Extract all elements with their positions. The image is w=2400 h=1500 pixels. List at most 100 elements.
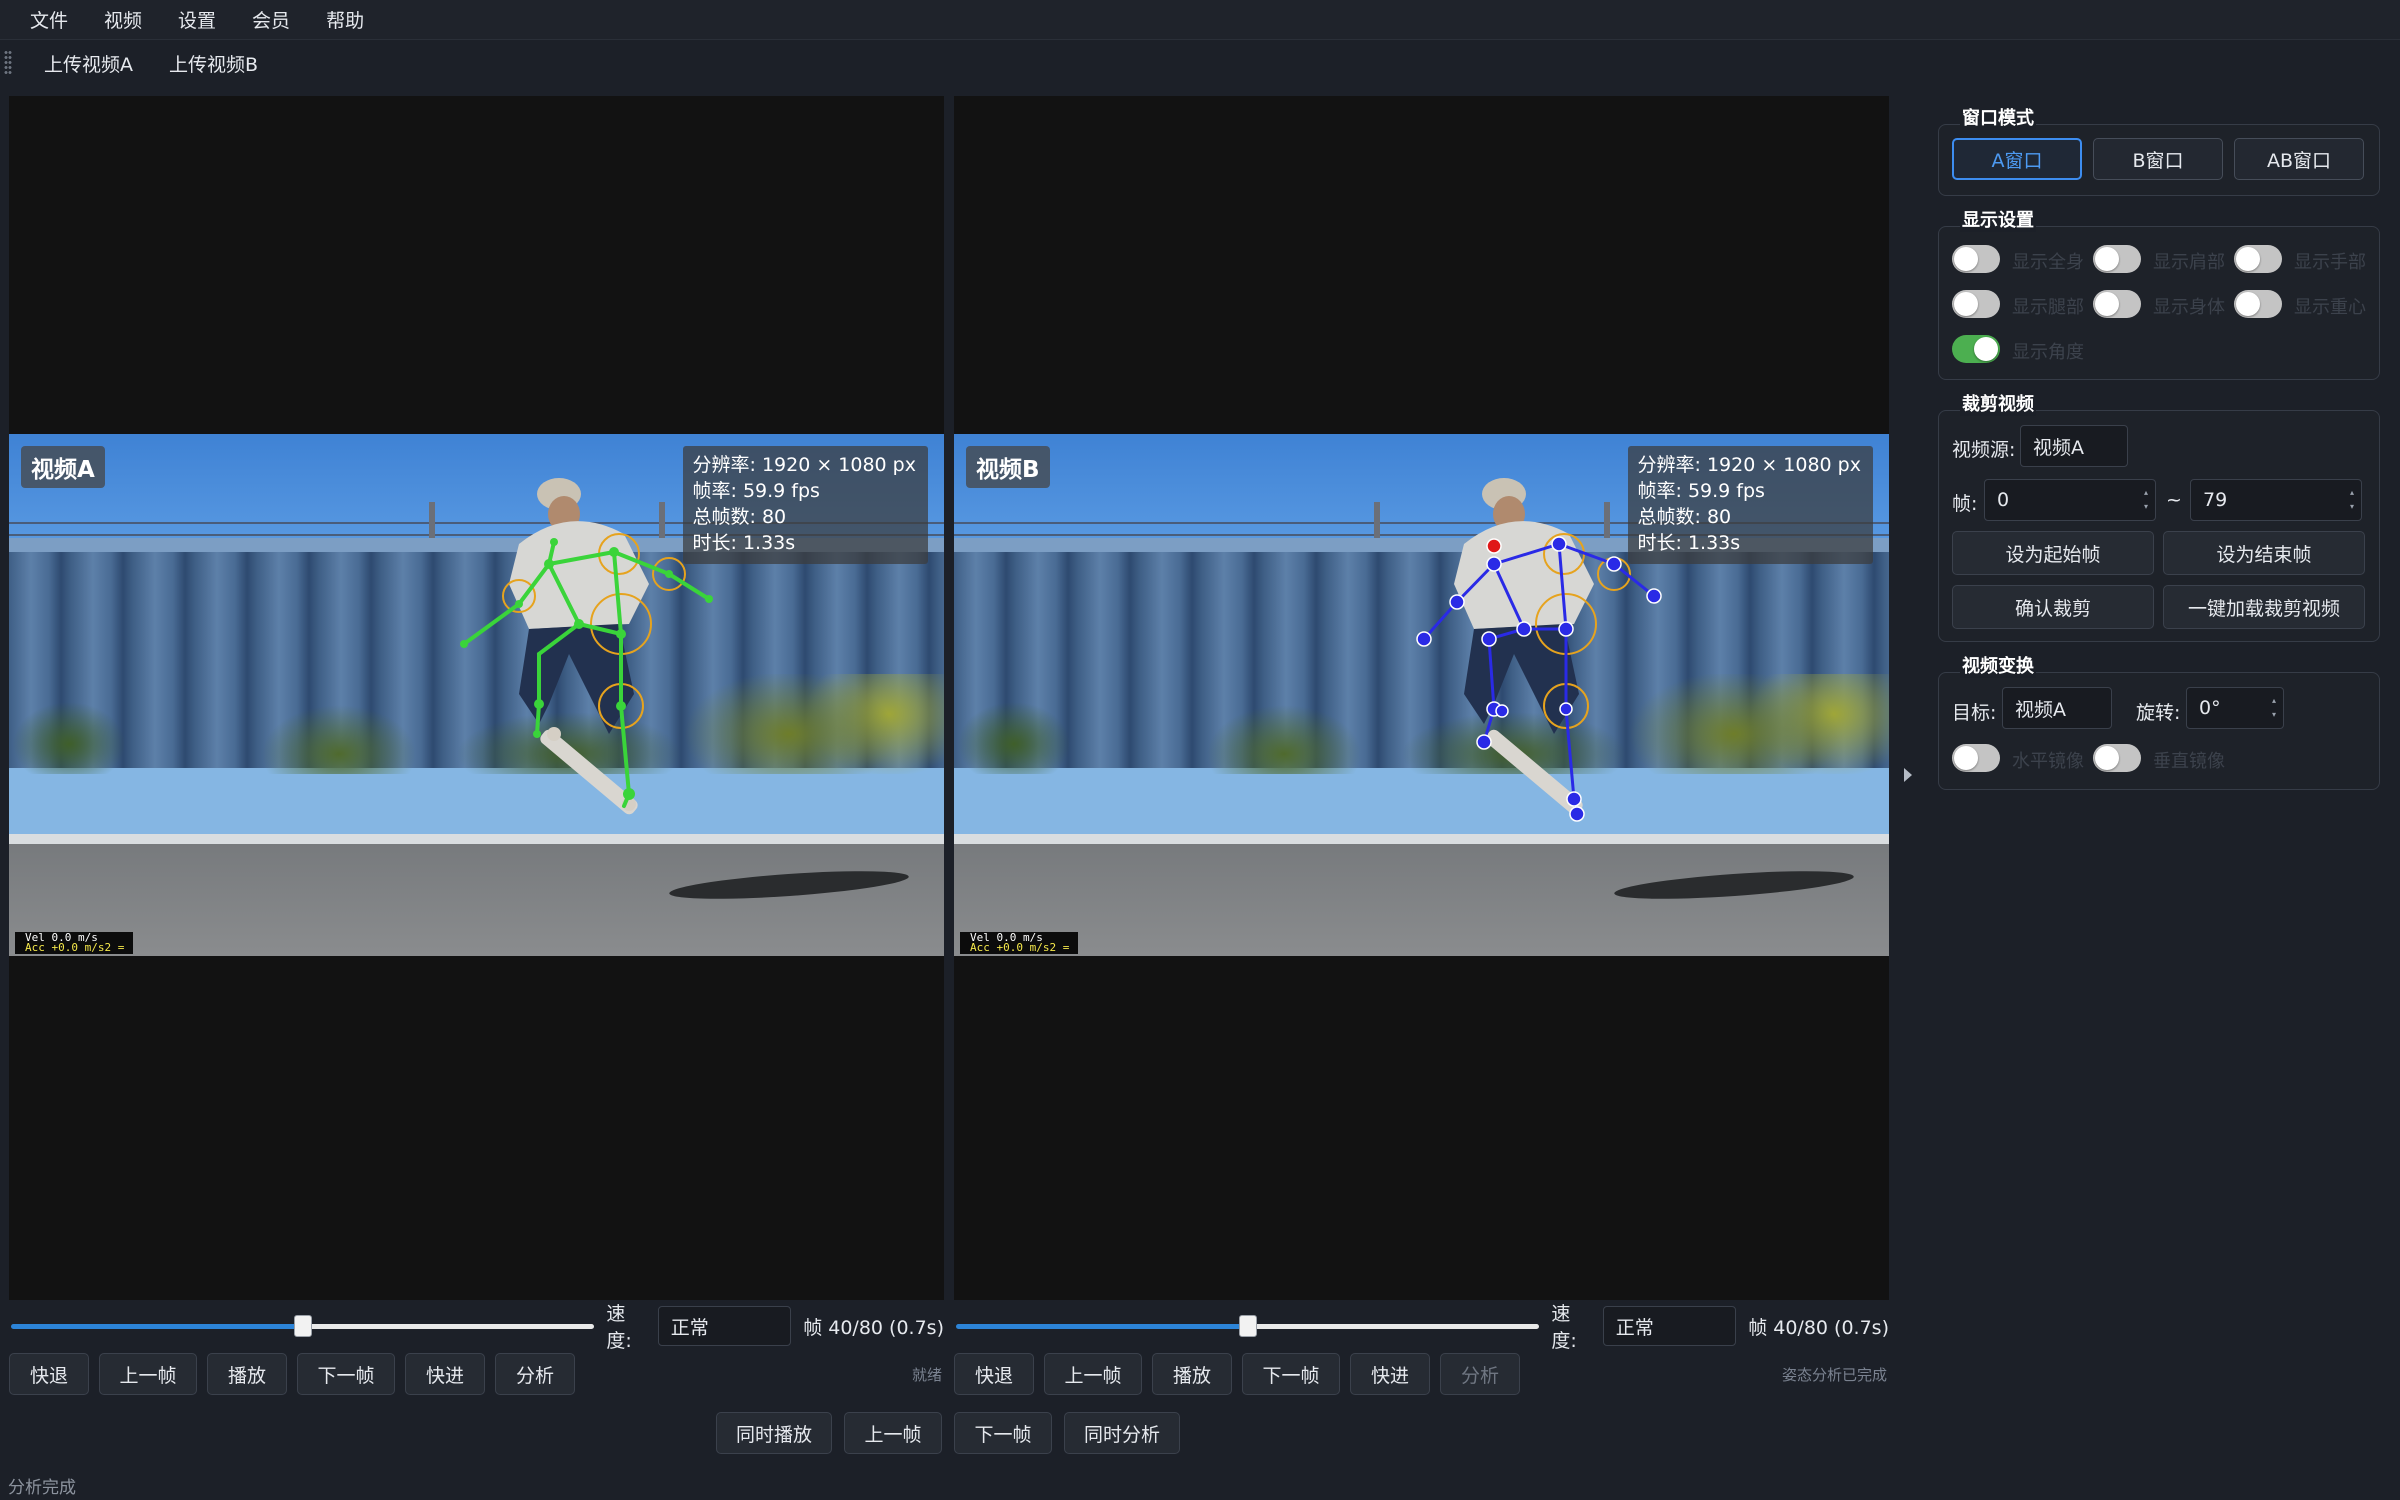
sync-analyze-button[interactable]: 同时分析 xyxy=(1064,1412,1180,1454)
sync-play-button[interactable]: 同时播放 xyxy=(716,1412,832,1454)
panel-collapse-arrow-icon[interactable] xyxy=(1904,768,1912,782)
video-a-acceleration: Acc +0.0 m/s2 = xyxy=(25,941,125,954)
video-b-rewind-button[interactable]: 快退 xyxy=(954,1353,1034,1395)
crop-video-title: 裁剪视频 xyxy=(1960,390,2036,416)
window-mode-b-button[interactable]: B窗口 xyxy=(2093,138,2223,180)
crop-start-frame-value: 0 xyxy=(1997,489,2010,511)
toggle-show-center-of-mass[interactable] xyxy=(2234,290,2282,318)
toggle-show-shoulders[interactable] xyxy=(2093,245,2141,273)
status-bar: 分析完成 xyxy=(8,1477,76,1498)
menu-video[interactable]: 视频 xyxy=(86,0,160,40)
video-b-play-button[interactable]: 播放 xyxy=(1152,1353,1232,1395)
video-frame-b: 视频B 分辨率: 1920 × 1080 px 帧率: 59.9 fps 总帧数… xyxy=(954,434,1889,956)
toggle-flip-horizontal[interactable] xyxy=(1952,744,2000,772)
video-b-slider-thumb[interactable] xyxy=(1239,1315,1257,1337)
video-b-slider-row: 速度: 正常 帧 40/80 (0.7s) xyxy=(954,1303,1889,1352)
toolbar-grip-icon[interactable] xyxy=(4,50,12,76)
toggle-show-torso[interactable] xyxy=(2093,290,2141,318)
toggle-flip-vertical-label: 垂直镜像 xyxy=(2153,751,2225,772)
video-a-slider-thumb[interactable] xyxy=(294,1315,312,1337)
crop-source-select[interactable]: 视频A xyxy=(2020,425,2128,467)
video-b-prev-frame-button[interactable]: 上一帧 xyxy=(1044,1353,1142,1395)
video-b-fps: 帧率: 59.9 fps xyxy=(1637,480,1765,502)
toggle-show-legs[interactable] xyxy=(1952,290,2000,318)
video-b-next-frame-button[interactable]: 下一帧 xyxy=(1242,1353,1340,1395)
menu-membership[interactable]: 会员 xyxy=(234,0,308,40)
video-a-play-button[interactable]: 播放 xyxy=(207,1353,287,1395)
crop-end-frame-input[interactable]: 79 ▴ ▾ xyxy=(2190,479,2362,521)
transform-rotate-spin-icon[interactable]: ▴ ▾ xyxy=(2269,694,2279,722)
toggle-show-hands[interactable] xyxy=(2234,245,2282,273)
window-mode-ab-button[interactable]: AB窗口 xyxy=(2234,138,2364,180)
load-cropped-video-button[interactable]: 一键加载裁剪视频 xyxy=(2163,585,2365,629)
video-b-progress-slider[interactable] xyxy=(954,1314,1541,1338)
video-b-total-frames: 总帧数: 80 xyxy=(1637,506,1732,528)
crop-end-frame-value: 79 xyxy=(2203,489,2228,511)
upload-video-b-button[interactable]: 上传视频B xyxy=(151,50,276,77)
toggle-show-full-body[interactable] xyxy=(1952,245,2000,273)
menu-file[interactable]: 文件 xyxy=(12,0,86,40)
transform-rotate-label: 旋转: xyxy=(2136,702,2181,724)
toggle-flip-horizontal-label: 水平镜像 xyxy=(2012,751,2084,772)
window-mode-title: 窗口模式 xyxy=(1960,104,2036,130)
video-a-prev-frame-button[interactable]: 上一帧 xyxy=(99,1353,197,1395)
video-a-rewind-button[interactable]: 快退 xyxy=(9,1353,89,1395)
display-settings-title: 显示设置 xyxy=(1960,206,2036,232)
upload-video-a-button[interactable]: 上传视频A xyxy=(26,50,151,77)
video-b-forward-button[interactable]: 快进 xyxy=(1350,1353,1430,1395)
video-frame-a: 视频A 分辨率: 1920 × 1080 px 帧率: 59.9 fps 总帧数… xyxy=(9,434,944,956)
video-a-frame-info: 帧 40/80 (0.7s) xyxy=(803,1316,944,1339)
crop-start-spin-icon[interactable]: ▴ ▾ xyxy=(2141,486,2151,514)
confirm-crop-button[interactable]: 确认裁剪 xyxy=(1952,585,2154,629)
toggle-show-angles[interactable] xyxy=(1952,335,2000,363)
video-a-speed-select[interactable]: 正常 xyxy=(657,1306,792,1346)
video-a-badge: 视频A xyxy=(21,446,105,488)
video-b-speed-select[interactable]: 正常 xyxy=(1602,1306,1737,1346)
toggle-show-shoulders-label: 显示肩部 xyxy=(2153,252,2225,273)
video-b-resolution: 分辨率: 1920 × 1080 px xyxy=(1637,454,1862,476)
video-a-resolution: 分辨率: 1920 × 1080 px xyxy=(692,454,917,476)
menu-bar: 文件 视频 设置 会员 帮助 xyxy=(0,0,2400,40)
toggle-show-hands-label: 显示手部 xyxy=(2294,252,2366,273)
crop-frame-label: 帧: xyxy=(1952,493,1978,515)
video-panel-a[interactable]: 视频A 分辨率: 1920 × 1080 px 帧率: 59.9 fps 总帧数… xyxy=(9,96,944,1300)
sync-prev-frame-button[interactable]: 上一帧 xyxy=(844,1412,942,1454)
video-a-velocity-box: Vel 0.0 m/s Acc +0.0 m/s2 = xyxy=(15,932,133,954)
toggle-show-angles-label: 显示角度 xyxy=(2012,342,2084,363)
video-a-info: 分辨率: 1920 × 1080 px 帧率: 59.9 fps 总帧数: 80… xyxy=(682,446,928,564)
set-start-frame-button[interactable]: 设为起始帧 xyxy=(1952,531,2154,575)
toggle-flip-vertical[interactable] xyxy=(2093,744,2141,772)
transform-rotate-input[interactable]: 0° ▴ ▾ xyxy=(2186,687,2284,729)
menu-settings[interactable]: 设置 xyxy=(160,0,234,40)
video-b-badge: 视频B xyxy=(966,446,1050,488)
video-a-forward-button[interactable]: 快进 xyxy=(405,1353,485,1395)
video-b-duration: 时长: 1.33s xyxy=(1637,532,1741,554)
crop-source-label: 视频源: xyxy=(1952,439,2016,461)
video-a-analyze-button[interactable]: 分析 xyxy=(495,1353,575,1395)
toggle-show-full-body-label: 显示全身 xyxy=(2012,252,2084,273)
video-a-speed-label: 速度: xyxy=(606,1303,632,1352)
crop-range-separator: ~ xyxy=(2166,489,2182,511)
window-mode-a-button[interactable]: A窗口 xyxy=(1952,138,2082,180)
toggle-show-center-of-mass-label: 显示重心 xyxy=(2294,297,2366,318)
video-a-duration: 时长: 1.33s xyxy=(692,532,796,554)
menu-help[interactable]: 帮助 xyxy=(308,0,382,40)
transform-target-select[interactable]: 视频A xyxy=(2002,687,2112,729)
video-a-status-hint: 就绪 xyxy=(912,1366,943,1384)
set-end-frame-button[interactable]: 设为结束帧 xyxy=(2163,531,2365,575)
crop-end-spin-icon[interactable]: ▴ ▾ xyxy=(2347,486,2357,514)
video-a-slider-row: 速度: 正常 帧 40/80 (0.7s) xyxy=(9,1303,944,1352)
video-a-controls: 快退 上一帧 播放 下一帧 快进 分析 xyxy=(9,1352,585,1396)
video-a-total-frames: 总帧数: 80 xyxy=(692,506,787,528)
video-a-next-frame-button[interactable]: 下一帧 xyxy=(297,1353,395,1395)
video-b-analyze-button[interactable]: 分析 xyxy=(1440,1353,1520,1395)
sync-next-frame-button[interactable]: 下一帧 xyxy=(954,1412,1052,1454)
toggle-show-torso-label: 显示身体 xyxy=(2153,297,2225,318)
video-b-info: 分辨率: 1920 × 1080 px 帧率: 59.9 fps 总帧数: 80… xyxy=(1627,446,1873,564)
transform-target-label: 目标: xyxy=(1952,702,1997,724)
video-a-progress-slider[interactable] xyxy=(9,1314,596,1338)
video-b-frame-info: 帧 40/80 (0.7s) xyxy=(1748,1316,1889,1339)
video-panel-b[interactable]: 视频B 分辨率: 1920 × 1080 px 帧率: 59.9 fps 总帧数… xyxy=(954,96,1889,1300)
crop-start-frame-input[interactable]: 0 ▴ ▾ xyxy=(1984,479,2156,521)
video-b-speed-label: 速度: xyxy=(1551,1303,1577,1352)
